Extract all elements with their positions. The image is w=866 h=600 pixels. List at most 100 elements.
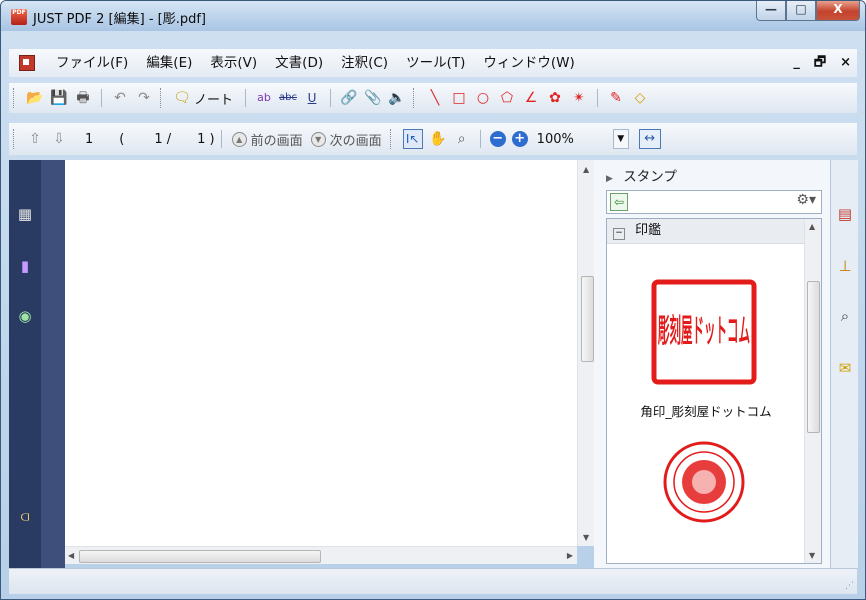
note-button-label[interactable]: ノート (194, 89, 233, 108)
prev-view-label: 前の画面 (250, 133, 303, 149)
ellipse-tool-icon[interactable]: ○ (474, 89, 492, 107)
scroll-thumb[interactable] (807, 281, 820, 433)
menu-document[interactable]: 文書(D) (266, 49, 332, 77)
round-seal-stamp[interactable] (661, 439, 747, 525)
separator (330, 89, 332, 107)
stamp-list-scrollbar[interactable]: ▲ ▼ (804, 219, 821, 563)
toolbar-grip[interactable] (389, 129, 394, 149)
fit-width-icon[interactable]: ↔ (638, 129, 661, 149)
scroll-down-arrow-icon[interactable]: ▼ (583, 533, 589, 542)
toolbar-standard: 📂 💾 🖶 ↶ ↷ 🗨 ノート ab abc U 🔗 📎 🔈 ╲ □ ○ ⬠ ∠… (9, 83, 857, 113)
comment-list-icon[interactable]: ✉ (836, 358, 854, 378)
text-select-icon[interactable]: I↖ (402, 129, 423, 149)
scroll-down-arrow-icon[interactable]: ▼ (809, 551, 815, 560)
zoom-in-icon[interactable]: + (511, 131, 528, 147)
attachments-icon[interactable]: ⫏ (17, 506, 33, 526)
gear-icon[interactable]: ⚙▾ (796, 192, 816, 208)
resize-grip-icon[interactable]: ⋰ (845, 581, 854, 591)
scroll-up-arrow-icon[interactable]: ▲ (583, 165, 589, 174)
window-title: JUST PDF 2 [編集] - [彫.pdf] (33, 12, 206, 27)
menu-file[interactable]: ファイル(F) (47, 49, 137, 77)
left-pane-strip (41, 160, 65, 568)
next-page-icon[interactable]: ⇩ (50, 130, 68, 148)
underline-icon[interactable]: U (303, 89, 321, 107)
strikethrough-icon[interactable]: abc (279, 89, 297, 107)
doc-restore-button[interactable]: 🗗 (814, 49, 826, 77)
polyline-tool-icon[interactable]: ∠ (522, 89, 540, 107)
attach-icon[interactable]: 📎 (364, 89, 382, 107)
scroll-thumb[interactable] (581, 276, 594, 362)
close-button[interactable]: X (816, 1, 860, 21)
note-icon[interactable]: 🗨 (173, 89, 191, 107)
maximize-button[interactable]: □ (786, 1, 816, 21)
link-icon[interactable]: 🔗 (340, 89, 358, 107)
scroll-up-arrow-icon[interactable]: ▲ (809, 222, 815, 231)
stamp-category-row[interactable]: − 印鑑 (607, 219, 805, 244)
document-vertical-scrollbar[interactable]: ▲ ▼ (577, 160, 595, 546)
rectangle-tool-icon[interactable]: □ (450, 89, 468, 107)
thumbnails-icon[interactable]: ▦ (17, 204, 33, 224)
zoom-select[interactable]: 100% ▼ (537, 129, 629, 149)
menu-bar: ファイル(F) 編集(E) 表示(V) 文書(D) 注釈(C) ツール(T) ウ… (9, 49, 857, 77)
line-tool-icon[interactable]: ╲ (426, 89, 444, 107)
toolbar-grip[interactable] (160, 88, 164, 108)
menu-view[interactable]: 表示(V) (201, 49, 266, 77)
bookmarks-icon[interactable]: ▮ (17, 256, 33, 276)
print-icon[interactable]: 🖶 (74, 89, 92, 107)
polygon-tool-icon[interactable]: ⬠ (498, 89, 516, 107)
page-total: 1 ) (197, 131, 215, 147)
left-navigation-pane: ▦ ▮ ◉ ⫏ (9, 160, 41, 568)
current-page-field[interactable]: 1 (85, 132, 93, 147)
pencil-icon[interactable]: ✎ (607, 89, 625, 107)
stamp-list: − 印鑑 彫刻屋ドットコム 角印_彫刻屋ドットコム ▲ ▼ (606, 218, 822, 564)
document-horizontal-scrollbar[interactable]: ◀ ▶ (65, 546, 577, 564)
stamp-panel: ▶ スタンプ ⇦ ⚙▾ − 印鑑 彫刻屋ドットコム 角印_彫刻屋ドットコム ▲ … (594, 160, 830, 568)
menu-annotation[interactable]: 注釈(C) (332, 49, 397, 77)
search-binoculars-icon[interactable]: ⌕ (836, 306, 854, 326)
toolbar-grip[interactable] (13, 129, 17, 149)
scroll-right-arrow-icon[interactable]: ▶ (567, 551, 573, 560)
scroll-thumb[interactable] (79, 550, 321, 563)
doc-minimize-button[interactable]: _ (793, 49, 800, 77)
chevron-down-icon[interactable]: ▼ (612, 129, 629, 149)
separator (101, 89, 102, 107)
stamp-icon[interactable]: ⊥ (836, 256, 854, 276)
highlight-text-icon[interactable]: ab (255, 89, 273, 107)
zoom-select-icon[interactable]: ⌕ (453, 130, 471, 148)
doc-close-button[interactable]: × (840, 49, 851, 77)
right-task-pane-bar: ▤ ⊥ ⌕ ✉ (830, 160, 858, 568)
document-view[interactable] (65, 160, 577, 546)
sound-icon[interactable]: 🔈 (388, 89, 406, 107)
square-seal-stamp[interactable]: 彫刻屋ドットコム (649, 277, 759, 387)
title-bar[interactable]: PDF JUST PDF 2 [編集] - [彫.pdf] — □ X (1, 1, 865, 31)
save-icon[interactable]: 💾 (50, 89, 68, 107)
zoom-out-icon[interactable]: − (489, 131, 506, 147)
cloud-tool-icon[interactable]: ✿ (546, 89, 564, 107)
stamp-panel-header[interactable]: ▶ スタンプ (606, 165, 677, 185)
open-folder-icon[interactable]: 📂 (26, 89, 44, 107)
collapse-icon[interactable]: − (613, 228, 625, 240)
back-arrow-icon[interactable]: ⇦ (610, 193, 628, 211)
next-view-button[interactable]: ▼ 次の画面 (310, 130, 382, 149)
document-pages-icon[interactable]: ▤ (836, 204, 854, 224)
pencil-burst-icon[interactable]: ✴ (570, 89, 588, 107)
toolbar-grip[interactable] (413, 88, 417, 108)
menu-edit[interactable]: 編集(E) (137, 49, 201, 77)
redo-icon[interactable]: ↷ (135, 89, 153, 107)
toolbar-grip[interactable] (13, 88, 17, 108)
scroll-left-arrow-icon[interactable]: ◀ (68, 551, 74, 560)
prev-page-icon[interactable]: ⇧ (26, 130, 44, 148)
window-controls: — □ X (756, 1, 860, 21)
stamp-panel-title: スタンプ (623, 169, 677, 185)
app-icon: PDF (11, 9, 27, 25)
hand-tool-icon[interactable]: ✋ (429, 130, 447, 148)
document-icon[interactable] (19, 55, 35, 71)
layers-icon[interactable]: ◉ (17, 306, 33, 326)
eraser-icon[interactable]: ◇ (631, 89, 649, 107)
undo-icon[interactable]: ↶ (111, 89, 129, 107)
status-bar: ⋰ (9, 568, 857, 594)
menu-window[interactable]: ウィンドウ(W) (474, 49, 583, 77)
prev-view-button[interactable]: ▲ 前の画面 (231, 130, 303, 149)
minimize-button[interactable]: — (756, 1, 786, 21)
menu-tools[interactable]: ツール(T) (397, 49, 474, 77)
